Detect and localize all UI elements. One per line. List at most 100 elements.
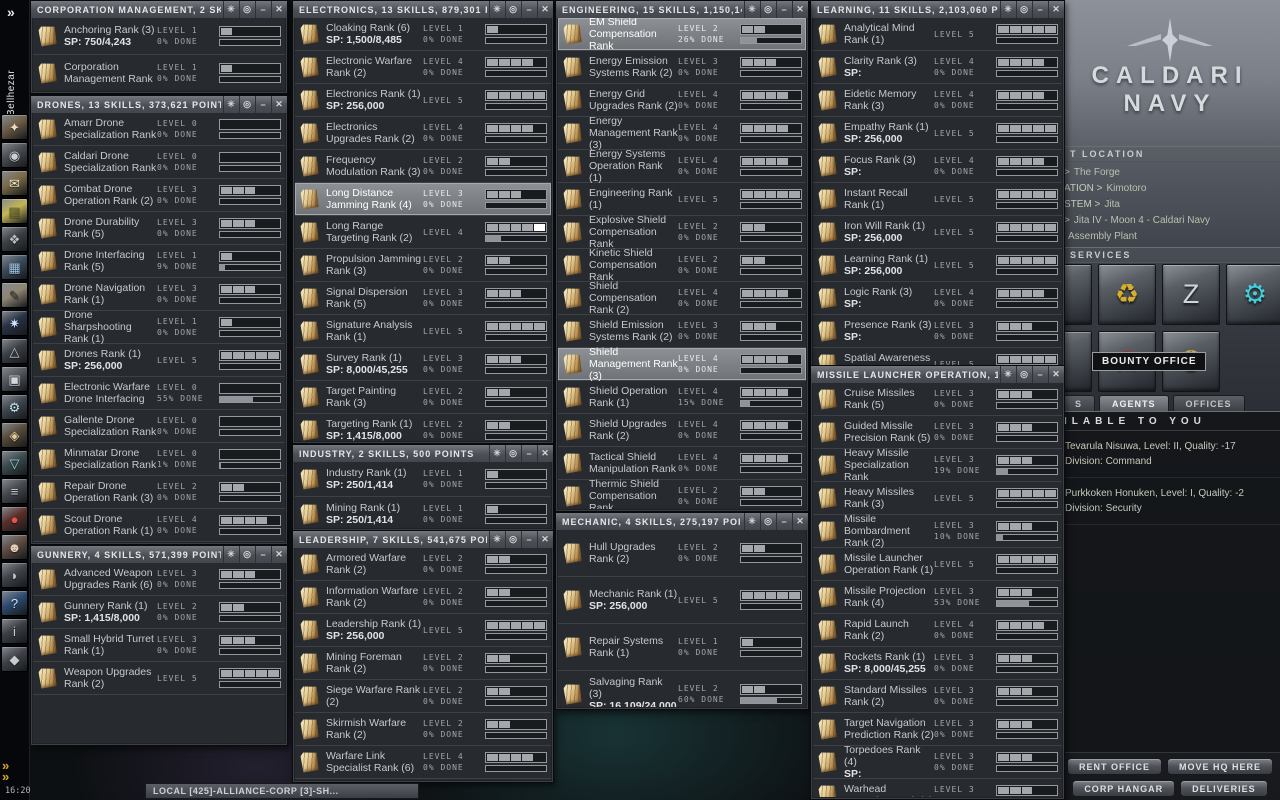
skill-row[interactable]: Empathy Rank (1) SP: 256,000 LEVEL 5: [813, 117, 1062, 150]
skill-row[interactable]: Drone Sharpshooting Rank (1) LEVEL 1 0% DO…: [33, 309, 285, 345]
help-button[interactable]: ◎: [239, 1, 255, 18]
close-button[interactable]: ✕: [537, 1, 553, 18]
wallet-icon[interactable]: ◈: [1, 422, 28, 448]
skill-row[interactable]: Armored Warfare Rank (2) LEVEL 2 0% DONE: [295, 548, 551, 581]
skill-row[interactable]: Minmatar Drone Specialization Rank LEVEL …: [33, 443, 285, 476]
reprocessing-plant-icon[interactable]: ♻: [1098, 264, 1156, 325]
skill-row[interactable]: Electronics Rank (1) SP: 256,000 LEVEL 5: [295, 84, 551, 117]
skill-row[interactable]: Logic Rank (3) SP: LEVEL 4 0% DONE: [813, 282, 1062, 315]
skill-row[interactable]: Repair Systems Rank (1) LEVEL 1 0% DONE: [558, 624, 806, 671]
window-titlebar[interactable]: DRONES, 13 SKILLS, 373,621 POINTS ✳ ◎ − ✕: [31, 96, 287, 113]
window-titlebar[interactable]: LEADERSHIP, 7 SKILLS, 541,675 POINTS✳◎−✕: [293, 531, 553, 548]
skill-row[interactable]: Standard Missiles Rank (2) LEVEL 3 0% DONE: [813, 680, 1062, 713]
help-button[interactable]: ◎: [239, 96, 255, 113]
fleet-icon[interactable]: △: [1, 338, 28, 364]
skill-row[interactable]: Shield Emission Systems Rank (2) LEVEL 3 0…: [558, 315, 806, 348]
help-button[interactable]: ◎: [505, 445, 521, 462]
skill-row[interactable]: Heavy Missiles Rank (3) LEVEL 5: [813, 482, 1062, 515]
skill-row[interactable]: Drone Interfacing Rank (5) LEVEL 1 9% DONE: [33, 245, 285, 278]
skill-row[interactable]: Hull Upgrades Rank (2) LEVEL 2 0% DONE: [558, 530, 806, 577]
skill-row[interactable]: Siege Warfare Rank (2) LEVEL 2 0% DONE: [295, 680, 551, 713]
skill-row[interactable]: Warfare Link Specialist Rank (6) LEVEL 4 0…: [295, 746, 551, 779]
skill-row[interactable]: Cruise Missiles Rank (5) LEVEL 3 0% DONE: [813, 383, 1062, 416]
skill-row[interactable]: Tactical Shield Manipulation Rank LEVEL 4…: [558, 447, 806, 480]
skill-row[interactable]: Shield Operation Rank (1) LEVEL 4 15% DONE: [558, 381, 806, 414]
portrait-icon[interactable]: ☻: [1, 534, 28, 560]
skill-row[interactable]: Learning Rank (1) SP: 256,000 LEVEL 5: [813, 249, 1062, 282]
skill-row[interactable]: Mining Foreman Rank (2) LEVEL 2 0% DONE: [295, 647, 551, 680]
pin-button[interactable]: ✳: [1000, 366, 1016, 383]
pin-button[interactable]: ✳: [1000, 1, 1016, 18]
skill-row[interactable]: Eidetic Memory Rank (3) LEVEL 4 0% DONE: [813, 84, 1062, 117]
skill-row[interactable]: Heavy Missile Specialization Rank LEVEL 3…: [813, 447, 1062, 483]
minimize-button[interactable]: −: [521, 445, 537, 462]
pin-button[interactable]: ✳: [223, 546, 239, 563]
skill-row[interactable]: Engineering Rank (1) LEVEL 5: [558, 183, 806, 216]
skill-row[interactable]: Warhead Upgrades Rank (5)LEVEL 30% DONE: [813, 779, 1062, 797]
minimize-button[interactable]: −: [255, 1, 271, 18]
skill-row[interactable]: Electronic Warfare Rank (2) LEVEL 4 0% DON…: [295, 51, 551, 84]
skill-row[interactable]: Advanced Weapon Upgrades Rank (6) LEVEL 3…: [33, 563, 285, 596]
help-button[interactable]: ◎: [1016, 366, 1032, 383]
close-button[interactable]: ✕: [271, 546, 287, 563]
skill-row[interactable]: Gallente Drone Specialization Rank LEVEL …: [33, 410, 285, 443]
move-hq-here-button[interactable]: MOVE HQ HERE: [1166, 758, 1273, 775]
help-button[interactable]: ◎: [505, 1, 521, 18]
skill-row[interactable]: Propulsion Jamming Rank (3) LEVEL 2 0% DON…: [295, 249, 551, 282]
market-icon[interactable]: ◉: [1, 142, 28, 168]
help-button[interactable]: ◎: [1016, 1, 1032, 18]
tab-s[interactable]: S: [1062, 395, 1096, 411]
skill-row[interactable]: Missile Launcher Operation Rank (1) LEVEL…: [813, 548, 1062, 581]
corp-hangar-button[interactable]: CORP HANGAR: [1072, 780, 1176, 797]
pin-button[interactable]: ✳: [223, 1, 239, 18]
skill-row[interactable]: EM Shield Compensation Rank LEVEL 2 26% DO…: [558, 18, 806, 52]
channels-icon[interactable]: ◗: [1, 562, 28, 588]
skill-row[interactable]: Shield Compensation Rank (2) LEVEL 4 0% DO…: [558, 280, 806, 316]
close-button[interactable]: ✕: [537, 445, 553, 462]
skill-row[interactable]: Explosive Shield Compensation Rank LEVEL …: [558, 214, 806, 250]
skill-row[interactable]: Electronics Upgrades Rank (2) LEVEL 4 0% D…: [295, 117, 551, 150]
skill-row[interactable]: Amarr Drone Specialization Rank LEVEL 0 0%…: [33, 113, 285, 146]
tab-agents[interactable]: AGENTS: [1099, 395, 1169, 411]
skill-row[interactable]: Caldari Drone Specialization Rank LEVEL 0…: [33, 146, 285, 179]
skill-row[interactable]: Analytical Mind Rank (1) LEVEL 5: [813, 18, 1062, 51]
close-button[interactable]: ✕: [792, 513, 808, 530]
skill-row[interactable]: Energy Management Rank (3) LEVEL 4 0% DONE: [558, 115, 806, 151]
skill-row[interactable]: Targeting Rank (1) SP: 1,415/8,000 LEVEL 2…: [295, 414, 551, 441]
neocom-expand-button[interactable]: »: [7, 4, 15, 20]
skill-row[interactable]: Corporation Management Rank LEVEL 1 0% DON…: [33, 55, 285, 91]
minimize-button[interactable]: −: [1032, 1, 1048, 18]
skill-row[interactable]: Drone Navigation Rank (1) LEVEL 3 0% DONE: [33, 278, 285, 311]
skill-row[interactable]: Long Range Targeting Rank (2) LEVEL 4: [295, 216, 551, 249]
help-button[interactable]: ◎: [239, 546, 255, 563]
window-titlebar[interactable]: ENGINEERING, 15 SKILLS, 1,150,144 POINTS…: [556, 1, 808, 18]
rent-office-button[interactable]: RENT OFFICE: [1066, 758, 1162, 775]
skill-row[interactable]: Thermic Shield Compensation Rank LEVEL 2 0…: [558, 478, 806, 509]
character-sheet-icon[interactable]: ✦: [1, 114, 28, 140]
skill-row[interactable]: Anchoring Rank (3) SP: 750/4,243 LEVEL 1 0%…: [33, 18, 285, 55]
skill-row[interactable]: Scout Drone Operation Rank (1) LEVEL 4 0% …: [33, 509, 285, 542]
skill-row[interactable]: Signature Analysis Rank (1) LEVEL 5: [295, 315, 551, 348]
log-icon[interactable]: ≡: [1, 478, 28, 504]
items-icon[interactable]: ▣: [1, 366, 28, 392]
pin-button[interactable]: ✳: [744, 513, 760, 530]
skill-row[interactable]: Survey Rank (1) SP: 8,000/45,255 LEVEL 3 0%…: [295, 348, 551, 381]
skill-row[interactable]: Target Painting Rank (3) LEVEL 2 0% DONE: [295, 381, 551, 414]
skill-row[interactable]: Combat Drone Operation Rank (2) LEVEL 3 0%…: [33, 179, 285, 212]
close-button[interactable]: ✕: [271, 96, 287, 113]
skill-row[interactable]: Salvaging Rank (3) SP: 16,109/24,000 LEVEL…: [558, 671, 806, 707]
skill-row[interactable]: Instant Recall Rank (1) LEVEL 5: [813, 183, 1062, 216]
close-button[interactable]: ✕: [271, 1, 287, 18]
agent-list-item[interactable]: Tevarula Nisuwa, Level: II, Quality: -17…: [1060, 431, 1280, 478]
neocom-overflow-icon[interactable]: »»: [2, 759, 9, 783]
skill-row[interactable]: Energy Emission Systems Rank (2) LEVEL 3 0…: [558, 51, 806, 84]
contracts-icon[interactable]: ✎: [1, 282, 28, 308]
skill-row[interactable]: Small Hybrid Turret Rank (1) LEVEL 3 0% DO…: [33, 629, 285, 662]
window-titlebar[interactable]: INDUSTRY, 2 SKILLS, 500 POINTS ✳ ◎ − ✕: [293, 445, 553, 462]
skill-row[interactable]: Torpedoes Rank (4) SP: LEVEL 3 0% DONE: [813, 744, 1062, 780]
skill-row[interactable]: Information Warfare Rank (2) LEVEL 2 0% DO…: [295, 581, 551, 614]
close-button[interactable]: ✕: [1048, 1, 1064, 18]
skill-row[interactable]: Target Navigation Prediction Rank (2) LEV…: [813, 713, 1062, 746]
science-industry-icon[interactable]: ⚙: [1, 394, 28, 420]
pin-button[interactable]: ✳: [489, 531, 505, 548]
